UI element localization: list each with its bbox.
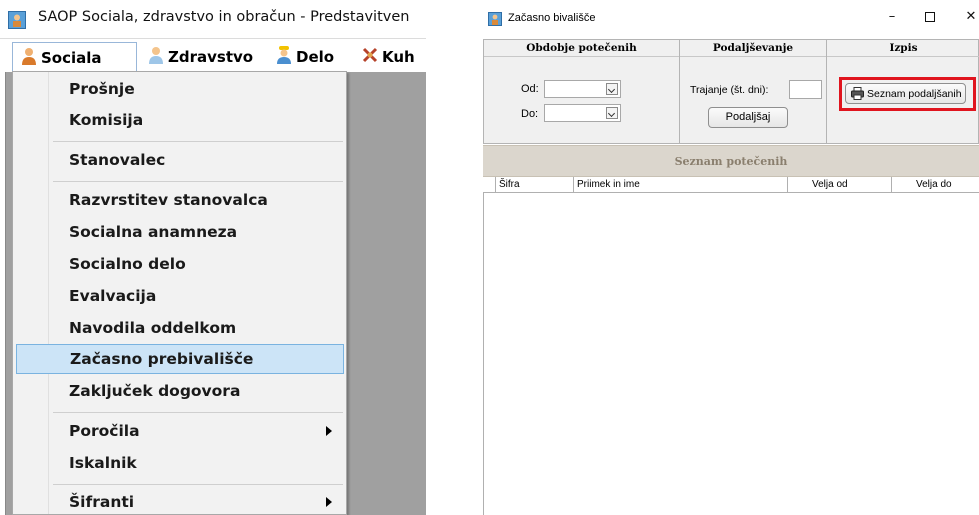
to-label: Do: — [521, 108, 539, 120]
chevron-down-icon[interactable] — [606, 107, 618, 119]
menu-item-label: Stanovalec — [69, 151, 166, 169]
nurse-icon — [148, 46, 164, 68]
menu-item-label: Šifranti — [69, 493, 135, 511]
row-selector-header — [483, 177, 496, 193]
person-icon — [21, 47, 37, 69]
to-date-picker[interactable] — [544, 104, 621, 122]
submenu-arrow-icon — [326, 497, 332, 507]
column-header-sifra[interactable]: Šifra — [496, 177, 574, 193]
menu-sociala-label: Sociala — [41, 48, 102, 67]
submenu-arrow-icon — [326, 426, 332, 436]
menu-item-label: Poročila — [69, 422, 140, 440]
menu-item-label: Socialna anamneza — [69, 223, 238, 241]
minimize-button[interactable]: – — [877, 6, 907, 28]
menu-item-porocila[interactable]: Poročila — [16, 417, 344, 447]
maximize-button[interactable] — [915, 6, 945, 28]
from-date-picker[interactable] — [544, 80, 621, 98]
menu-kuhinja-label: Kuh — [382, 48, 415, 66]
annotation-highlight-box — [839, 77, 976, 111]
menu-item-label: Razvrstitev stanovalca — [69, 191, 268, 209]
menu-item-evalvacija[interactable]: Evalvacija — [16, 282, 344, 312]
workspace-left-border — [0, 72, 6, 515]
menu-item-socialno-delo[interactable]: Socialno delo — [16, 250, 344, 280]
expired-list-grid[interactable] — [483, 193, 979, 515]
menu-zdravstvo[interactable]: Zdravstvo — [148, 42, 253, 72]
menu-delo[interactable]: Delo — [276, 42, 334, 72]
column-header-valid-to[interactable]: Velja do — [892, 177, 979, 193]
temporary-residence-window: Začasno bivališče – ✕ Obdobje potečenih … — [478, 0, 979, 515]
menu-item-label: Iskalnik — [69, 454, 137, 472]
menu-item-stanovalec[interactable]: Stanovalec — [16, 146, 344, 176]
menu-item-label: Evalvacija — [69, 287, 157, 305]
menu-item-label: Prošnje — [69, 80, 135, 98]
menu-separator — [53, 141, 343, 142]
column-header-name[interactable]: Priimek in ime — [574, 177, 788, 193]
main-application-panel: SAOP Sociala, zdravstvo in obračun - Pre… — [0, 0, 426, 515]
menu-delo-label: Delo — [296, 48, 335, 66]
menu-item-sifranti[interactable]: Šifranti — [16, 488, 344, 515]
menu-item-razvrstitev-stanovalca[interactable]: Razvrstitev stanovalca — [16, 186, 344, 216]
menu-item-label: Zaključek dogovora — [69, 382, 241, 400]
menu-item-navodila-oddelkom[interactable]: Navodila oddelkom — [16, 314, 344, 344]
print-section-header: Izpis — [827, 40, 979, 57]
extension-section-header: Podaljševanje — [680, 40, 826, 57]
window-title: Začasno bivališče — [508, 12, 596, 24]
expired-list-header: Seznam potečenih — [483, 145, 979, 177]
extension-section: Podaljševanje Trajanje (št. dni): Podalj… — [680, 40, 827, 143]
chef-icon — [362, 46, 378, 68]
menu-item-iskalnik[interactable]: Iskalnik — [16, 449, 344, 479]
grid-header-row: Šifra Priimek in ime Velja od Velja do — [483, 177, 979, 193]
period-section: Obdobje potečenih Od: Do: — [484, 40, 680, 143]
main-menubar: Sociala Zdravstvo Delo Kuh — [0, 38, 426, 72]
menu-item-label: Začasno prebivališče — [70, 350, 254, 368]
app-icon — [488, 11, 502, 30]
duration-input[interactable] — [789, 80, 822, 99]
menu-item-label: Navodila oddelkom — [69, 319, 237, 337]
sociala-dropdown-menu: Prošnje Komisija Stanovalec Razvrstitev … — [12, 71, 347, 515]
menu-separator — [53, 412, 343, 413]
main-window-title: SAOP Sociala, zdravstvo in obračun - Pre… — [38, 9, 410, 25]
menu-item-label: Komisija — [69, 111, 144, 129]
menu-item-label: Socialno delo — [69, 255, 186, 273]
duration-label: Trajanje (št. dni): — [690, 84, 769, 96]
menu-item-prosnje[interactable]: Prošnje — [16, 75, 344, 105]
menu-separator — [53, 181, 343, 182]
menu-sociala[interactable]: Sociala — [12, 42, 137, 72]
close-button[interactable]: ✕ — [956, 6, 979, 28]
menu-item-zacasno-prebivalisce[interactable]: Začasno prebivališče — [16, 344, 344, 374]
menu-item-komisija[interactable]: Komisija — [16, 106, 344, 136]
period-section-header: Obdobje potečenih — [484, 40, 679, 57]
main-title-bar: SAOP Sociala, zdravstvo in obračun - Pre… — [0, 0, 426, 38]
worker-icon — [276, 46, 292, 68]
window-title-bar: Začasno bivališče – ✕ — [478, 0, 979, 33]
menu-item-zakljucek-dogovora[interactable]: Zaključek dogovora — [16, 377, 344, 407]
app-icon — [8, 11, 26, 33]
menu-item-socialna-anamneza[interactable]: Socialna anamneza — [16, 218, 344, 248]
maximize-icon — [925, 11, 935, 22]
menu-separator — [53, 484, 343, 485]
chevron-down-icon[interactable] — [606, 83, 618, 95]
menu-zdravstvo-label: Zdravstvo — [168, 48, 254, 66]
menu-kuhinja[interactable]: Kuh — [362, 42, 415, 72]
from-label: Od: — [521, 83, 539, 95]
extend-button[interactable]: Podaljšaj — [708, 107, 788, 128]
column-header-valid-from[interactable]: Velja od — [788, 177, 892, 193]
